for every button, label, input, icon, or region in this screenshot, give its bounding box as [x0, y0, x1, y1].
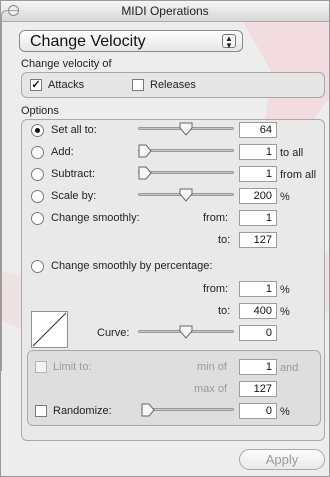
smooth-pct-from-unit: %	[280, 284, 290, 296]
operation-popup[interactable]: Change Velocity ▲ ▼	[19, 30, 243, 52]
add-unit: to all	[280, 147, 304, 159]
limit-min-field[interactable]: 1	[239, 359, 277, 375]
limit-label: Limit to:	[53, 361, 92, 373]
limit-max-field[interactable]: 127	[239, 381, 277, 397]
randomize-slider[interactable]	[141, 403, 234, 417]
curve-field[interactable]: 0	[239, 325, 277, 341]
smooth-pct-from-field[interactable]: 1	[239, 281, 277, 297]
titlebar: MIDI Operations	[1, 1, 329, 22]
limit-min-label: min of	[197, 361, 227, 373]
midi-operations-window: MIDI Operations Change Velocity ▲ ▼ Chang…	[0, 0, 330, 477]
limit-min-unit: and	[280, 362, 299, 374]
slider-thumb-icon[interactable]	[141, 403, 155, 417]
smooth-pct-from-label: from:	[203, 283, 229, 295]
slider-thumb-icon[interactable]	[179, 325, 193, 339]
scale-field[interactable]: 200	[239, 188, 277, 204]
smooth-pct-to-field[interactable]: 400	[239, 303, 277, 319]
velocity-box: ✓ Attacks Releases	[21, 72, 325, 98]
smooth-from-field[interactable]: 1	[239, 210, 277, 226]
scale-radio[interactable]	[31, 190, 44, 203]
subtract-slider[interactable]	[138, 166, 234, 180]
smooth-from-label: from:	[203, 212, 229, 224]
curve-label: Curve:	[97, 327, 130, 339]
attacks-checkbox[interactable]: ✓	[30, 79, 42, 91]
add-slider[interactable]	[138, 144, 234, 158]
subtract-field[interactable]: 1	[239, 166, 277, 182]
curve-slider[interactable]	[138, 325, 234, 339]
randomize-field[interactable]: 0	[239, 403, 277, 419]
smooth-label: Change smoothly:	[51, 212, 140, 224]
apply-button[interactable]: Apply	[239, 449, 325, 470]
smooth-pct-label: Change smoothly by percentage:	[51, 260, 213, 272]
set-all-radio[interactable]	[31, 124, 44, 137]
releases-label: Releases	[150, 79, 196, 91]
smooth-to-field[interactable]: 127	[239, 232, 277, 248]
smooth-to-label: to:	[218, 234, 231, 246]
velocity-heading: Change velocity of	[21, 58, 112, 70]
updown-arrows-icon: ▲ ▼	[222, 34, 236, 50]
slider-thumb-icon[interactable]	[138, 166, 152, 180]
set-all-field[interactable]: 64	[239, 122, 277, 138]
limit-max-label: max of	[194, 383, 228, 395]
randomize-checkbox[interactable]	[35, 405, 47, 417]
popup-bracket	[1, 10, 18, 371]
curve-line-icon	[32, 312, 67, 347]
window-title: MIDI Operations	[121, 4, 209, 18]
smooth-pct-to-unit: %	[280, 306, 290, 318]
subtract-radio[interactable]	[31, 168, 44, 181]
add-label: Add:	[51, 146, 74, 158]
attacks-label: Attacks	[48, 79, 85, 91]
slider-thumb-icon[interactable]	[179, 188, 193, 202]
scale-unit: %	[280, 191, 290, 203]
set-all-slider[interactable]	[138, 122, 234, 136]
slider-thumb-icon[interactable]	[138, 144, 152, 158]
set-all-label: Set all to:	[51, 124, 97, 136]
limit-checkbox[interactable]	[35, 361, 47, 373]
smooth-radio[interactable]	[31, 212, 44, 225]
releases-checkbox[interactable]	[132, 79, 144, 91]
operation-popup-label: Change Velocity	[30, 33, 146, 50]
randomize-label: Randomize:	[53, 405, 112, 417]
scale-slider[interactable]	[138, 188, 234, 202]
randomize-unit: %	[280, 406, 290, 418]
add-field[interactable]: 1	[239, 144, 277, 160]
smooth-pct-radio[interactable]	[31, 260, 44, 273]
subtract-unit: from all	[280, 169, 317, 181]
scale-label: Scale by:	[51, 190, 97, 202]
options-heading: Options	[21, 105, 59, 117]
curve-preview	[31, 311, 68, 348]
add-radio[interactable]	[31, 146, 44, 159]
subtract-label: Subtract:	[51, 168, 96, 180]
smooth-pct-to-label: to:	[218, 305, 231, 317]
slider-thumb-icon[interactable]	[179, 122, 193, 136]
